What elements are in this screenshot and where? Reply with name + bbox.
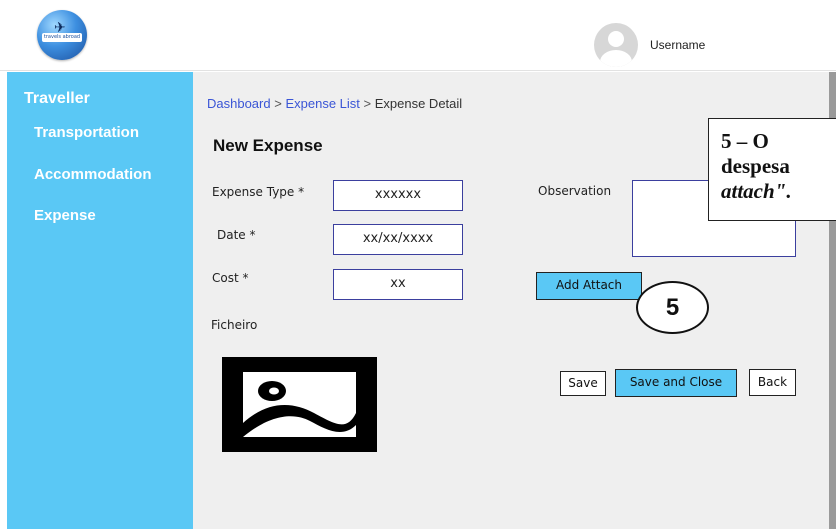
breadcrumb-expense-detail: Expense Detail (374, 96, 463, 111)
callout-line-2: despesa (721, 154, 790, 178)
top-bar: ✈ travels abroad Username (0, 0, 836, 71)
sidebar-item-accommodation[interactable]: Accommodation (34, 166, 152, 183)
page-title: New Expense (213, 136, 323, 155)
callout-line-1: 5 – O (721, 129, 769, 153)
username-label[interactable]: Username (650, 38, 705, 52)
user-avatar-icon[interactable] (594, 23, 638, 67)
sidebar-item-expense[interactable]: Expense (34, 207, 96, 224)
expense-type-label: Expense Type * (212, 185, 305, 199)
breadcrumb-separator: > (363, 96, 372, 111)
sidebar-title: Traveller (24, 90, 90, 107)
breadcrumb: Dashboard > Expense List > Expense Detai… (207, 96, 462, 111)
expense-type-field[interactable]: xxxxxx (333, 180, 463, 211)
step-badge: 5 (636, 281, 709, 334)
observation-label: Observation (538, 184, 612, 198)
save-and-close-button[interactable]: Save and Close (615, 369, 737, 397)
breadcrumb-dashboard[interactable]: Dashboard (207, 96, 271, 111)
avatar-head (608, 31, 624, 47)
add-attach-button[interactable]: Add Attach (536, 272, 642, 300)
cost-field[interactable]: xx (333, 269, 463, 300)
breadcrumb-separator: > (274, 96, 282, 111)
sidebar-item-transportation[interactable]: Transportation (34, 124, 139, 141)
save-button[interactable]: Save (560, 371, 606, 396)
date-field[interactable]: xx/xx/xxxx (333, 224, 463, 255)
logo-icon[interactable]: ✈ travels abroad (37, 10, 87, 60)
cost-label: Cost * (212, 271, 249, 285)
avatar-body (600, 50, 632, 67)
back-button[interactable]: Back (749, 369, 796, 396)
file-label: Ficheiro (211, 318, 258, 332)
callout-line-3: attach". (721, 179, 792, 203)
breadcrumb-expense-list[interactable]: Expense List (285, 96, 359, 111)
logo-text: travels abroad (42, 33, 82, 42)
annotation-callout: 5 – O despesa attach". (708, 118, 836, 221)
date-label: Date * (217, 228, 256, 242)
image-placeholder-icon[interactable] (222, 357, 377, 452)
